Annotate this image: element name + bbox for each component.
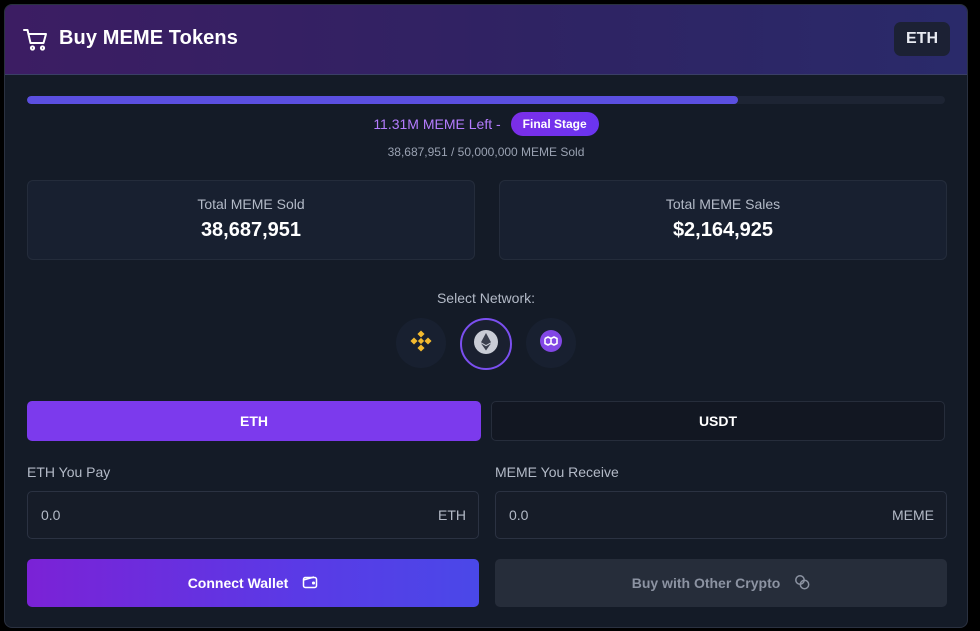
- receive-amount-input[interactable]: 0.0 MEME: [495, 491, 947, 539]
- connect-wallet-button[interactable]: Connect Wallet: [27, 559, 479, 607]
- sold-progress-text: 38,687,951 / 50,000,000 MEME Sold: [387, 145, 585, 159]
- pay-amount-input[interactable]: 0.0 ETH: [27, 491, 479, 539]
- shopping-cart-icon: [23, 28, 49, 52]
- pay-unit-label: ETH: [438, 507, 466, 523]
- remaining-row: 11.31M MEME Left - Final Stage: [5, 112, 967, 136]
- wallet-icon: [302, 575, 318, 592]
- select-network-label: Select Network:: [436, 290, 536, 306]
- total-sold-card: Total MEME Sold 38,687,951: [27, 180, 475, 260]
- sale-progress-bar: [27, 96, 945, 104]
- total-sold-value: 38,687,951: [200, 219, 302, 241]
- tab-usdt[interactable]: USDT: [491, 401, 945, 441]
- ethereum-icon: [473, 329, 499, 360]
- coins-icon: [794, 574, 810, 593]
- total-sales-value: $2,164,925: [672, 219, 774, 241]
- total-sales-card: Total MEME Sales $2,164,925: [499, 180, 947, 260]
- network-polygon-button[interactable]: [526, 318, 576, 368]
- receive-amount-value: 0.0: [509, 507, 529, 523]
- widget-header: Buy MEME Tokens ETH: [5, 5, 967, 75]
- pay-amount-value: 0.0: [41, 507, 61, 523]
- pay-field-label: ETH You Pay: [27, 464, 111, 480]
- buy-other-crypto-label: Buy with Other Crypto: [631, 575, 781, 591]
- bnb-icon: [410, 329, 432, 357]
- polygon-icon: [539, 329, 563, 358]
- page-title: Buy MEME Tokens: [59, 27, 238, 49]
- stage-badge: Final Stage: [510, 112, 599, 136]
- receive-field-label: MEME You Receive: [495, 464, 619, 480]
- currency-badge[interactable]: ETH: [894, 22, 950, 56]
- tab-eth[interactable]: ETH: [27, 401, 481, 441]
- total-sales-label: Total MEME Sales: [665, 196, 781, 212]
- tokens-remaining-text: 11.31M MEME Left -: [373, 116, 501, 132]
- buy-widget: Buy MEME Tokens ETH 11.31M MEME Left - F…: [4, 4, 968, 628]
- receive-unit-label: MEME: [892, 507, 934, 523]
- network-bnb-button[interactable]: [396, 318, 446, 368]
- total-sold-label: Total MEME Sold: [197, 196, 305, 212]
- sale-progress-fill: [27, 96, 738, 104]
- network-ethereum-button[interactable]: [460, 318, 512, 370]
- connect-wallet-label: Connect Wallet: [187, 575, 289, 591]
- buy-other-crypto-button[interactable]: Buy with Other Crypto: [495, 559, 947, 607]
